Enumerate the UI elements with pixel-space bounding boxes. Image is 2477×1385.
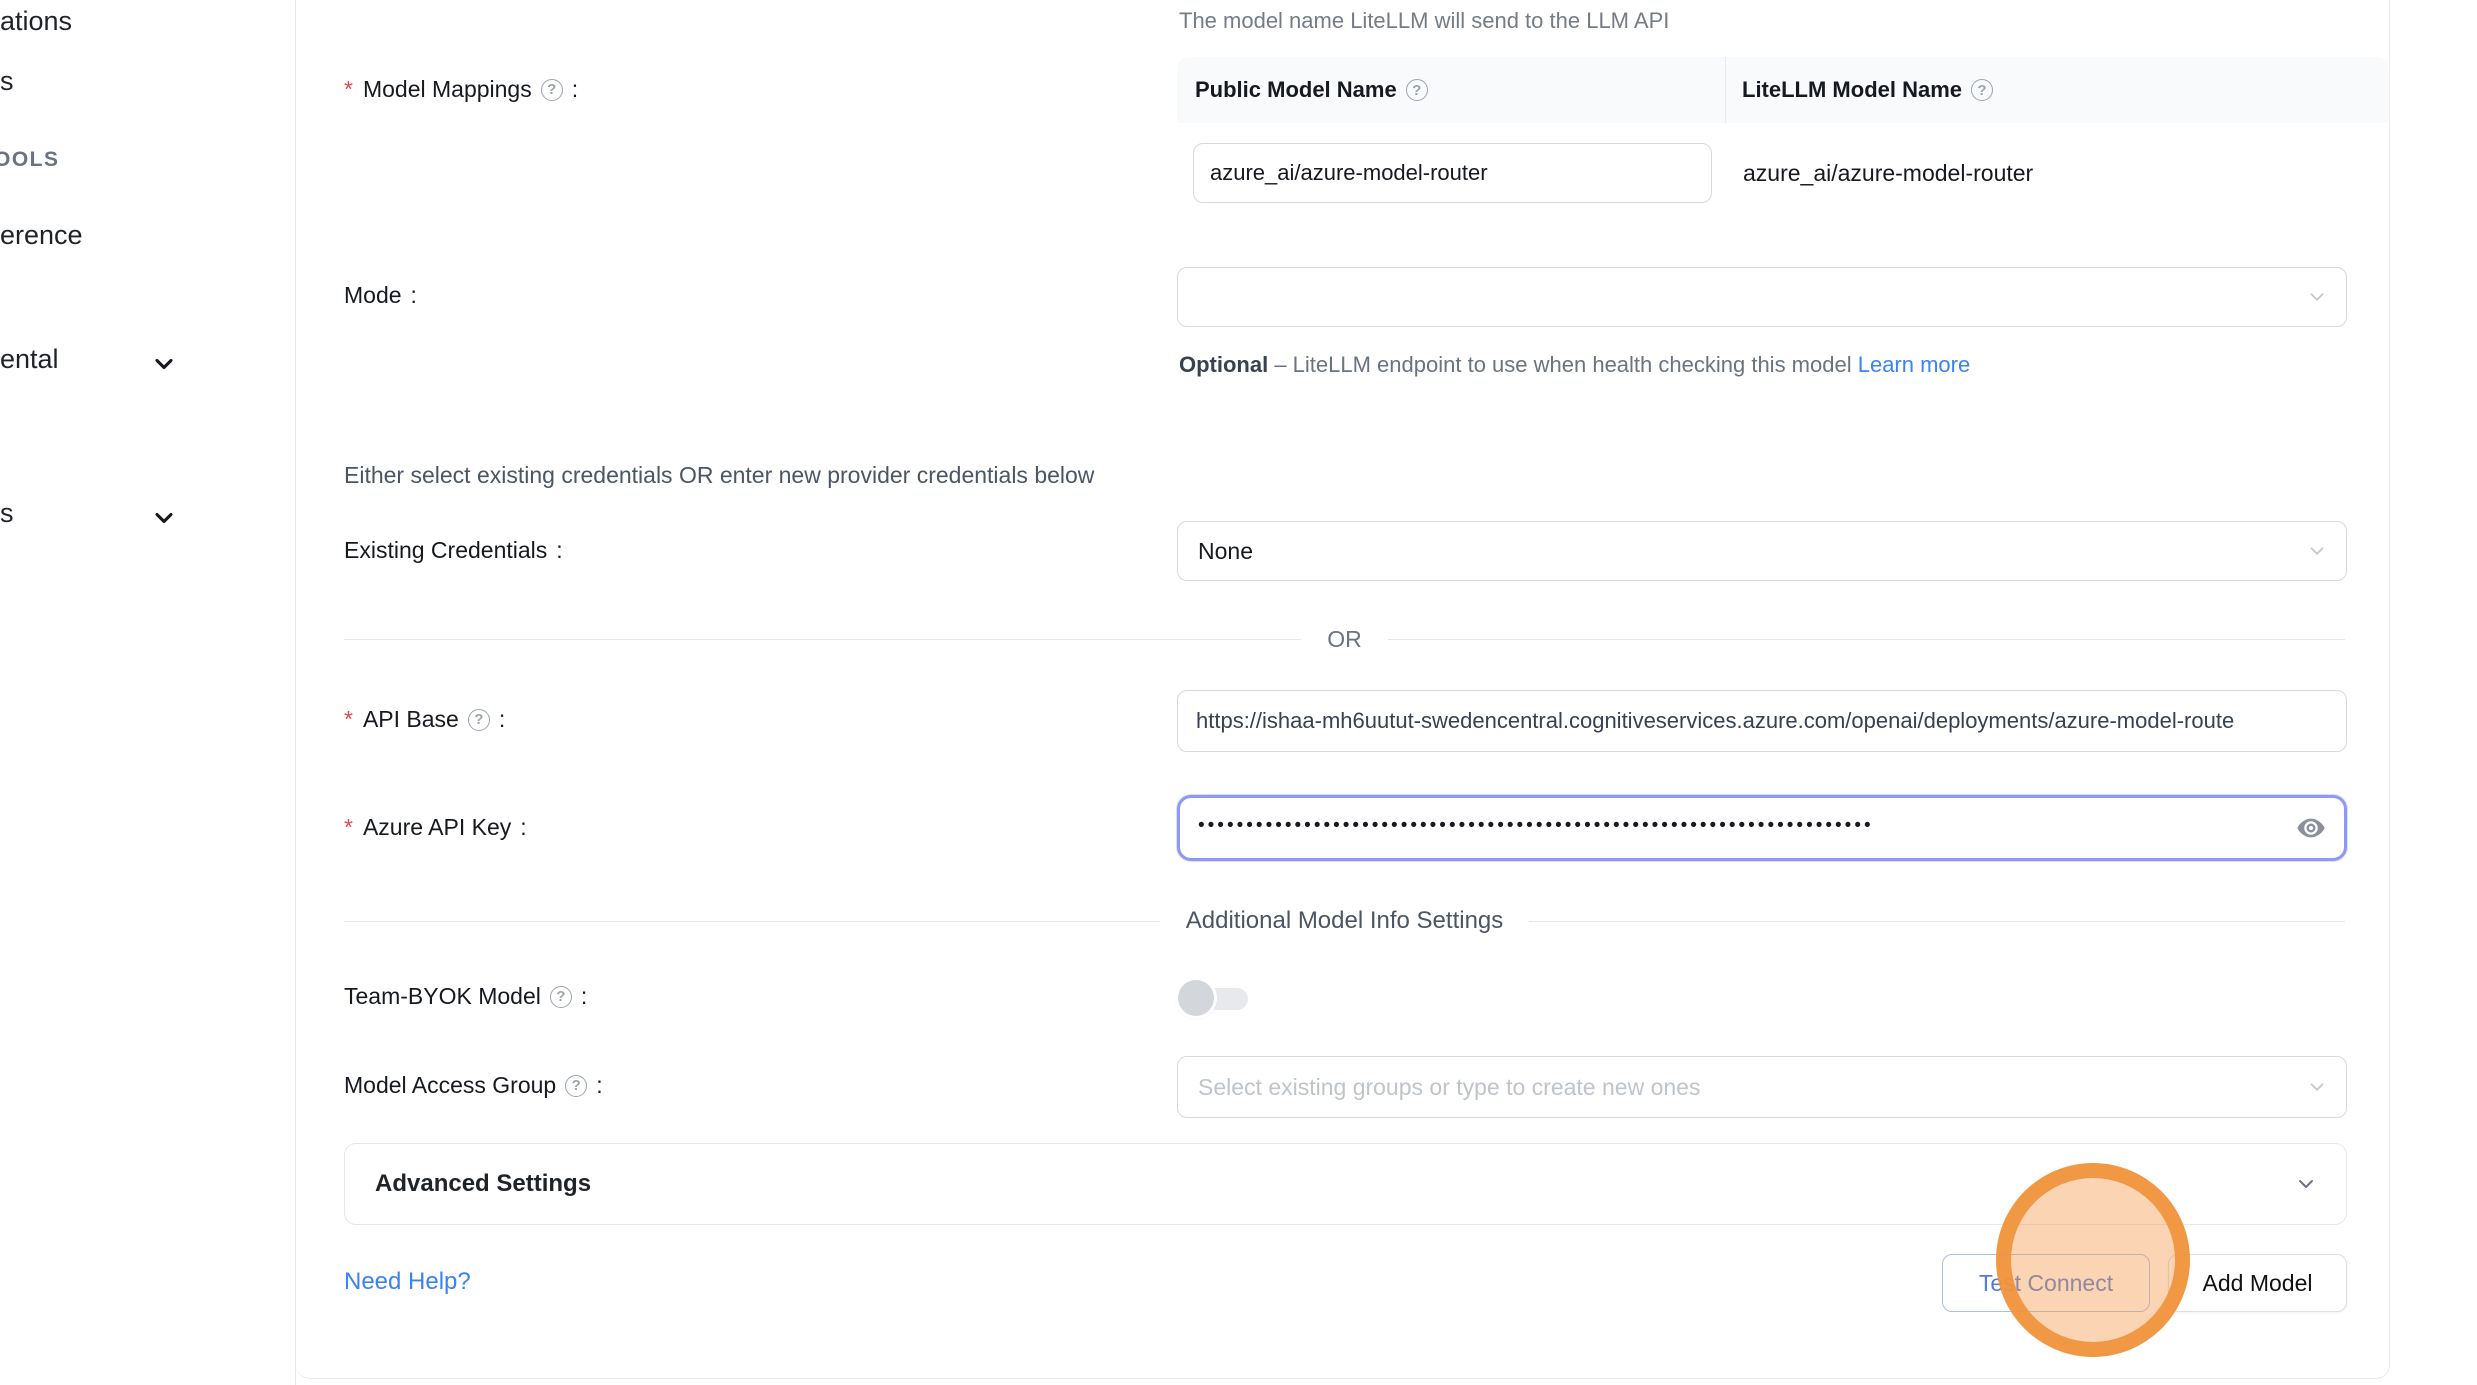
required-mark: * bbox=[344, 706, 353, 733]
public-model-name-input[interactable] bbox=[1193, 143, 1712, 203]
toggle-knob bbox=[1178, 980, 1214, 1016]
chevron-down-icon bbox=[2306, 1076, 2328, 1098]
sidebar-item[interactable]: erence bbox=[0, 220, 83, 251]
need-help-link[interactable]: Need Help? bbox=[344, 1268, 471, 1296]
mode-helper-text: Optional – LiteLLM endpoint to use when … bbox=[1179, 344, 1979, 385]
or-text: OR bbox=[1327, 626, 1362, 653]
model-access-group-select[interactable]: Select existing groups or type to create… bbox=[1177, 1056, 2347, 1118]
model-access-group-label: Model Access Group ? : bbox=[344, 1072, 603, 1099]
column-header-public-model-name: Public Model Name ? bbox=[1177, 57, 1726, 123]
existing-credentials-label: Existing Credentials : bbox=[344, 537, 563, 564]
question-circle-icon[interactable]: ? bbox=[1971, 79, 1993, 101]
advanced-settings-toggle[interactable]: Advanced Settings bbox=[344, 1143, 2347, 1225]
azure-api-key-label: * Azure API Key : bbox=[344, 814, 527, 841]
required-mark: * bbox=[344, 76, 353, 103]
add-model-form-panel: The model name LiteLLM will send to the … bbox=[296, 0, 2390, 1379]
sidebar-item[interactable]: s bbox=[0, 66, 14, 97]
sidebar-item-organizations[interactable]: ations bbox=[0, 6, 72, 37]
litellm-model-name-value: azure_ai/azure-model-router bbox=[1743, 160, 2033, 187]
chevron-down-icon bbox=[2294, 1172, 2318, 1196]
divider-line bbox=[1388, 639, 2345, 640]
column-header-litellm-model-name: LiteLLM Model Name ? bbox=[1726, 77, 1993, 103]
mode-label: Mode : bbox=[344, 282, 417, 309]
model-access-group-placeholder: Select existing groups or type to create… bbox=[1198, 1074, 1700, 1101]
chevron-down-icon[interactable] bbox=[150, 350, 178, 378]
model-mappings-table-row: azure_ai/azure-model-router bbox=[1177, 123, 2389, 225]
model-mappings-label: * Model Mappings ? : bbox=[344, 76, 578, 103]
question-circle-icon[interactable]: ? bbox=[541, 79, 563, 101]
divider-line bbox=[1529, 921, 2345, 922]
chevron-down-icon bbox=[2306, 540, 2328, 562]
model-mappings-table-header: Public Model Name ? LiteLLM Model Name ? bbox=[1177, 57, 2389, 123]
model-mappings-table: Public Model Name ? LiteLLM Model Name ?… bbox=[1177, 57, 2389, 225]
divider-line bbox=[344, 639, 1301, 640]
eye-icon[interactable] bbox=[2294, 813, 2328, 843]
existing-credentials-select[interactable]: None bbox=[1177, 521, 2347, 581]
sidebar: ations s OOLS erence ental s bbox=[0, 0, 296, 1385]
add-model-button[interactable]: Add Model bbox=[2168, 1254, 2347, 1312]
divider-line bbox=[344, 921, 1160, 922]
mode-select[interactable] bbox=[1177, 267, 2347, 327]
sidebar-section-tools: OOLS bbox=[0, 148, 60, 172]
test-connect-button[interactable]: Test Connect bbox=[1942, 1254, 2150, 1312]
team-byok-toggle[interactable] bbox=[1178, 980, 1250, 1018]
required-mark: * bbox=[344, 814, 353, 841]
chevron-down-icon bbox=[2306, 286, 2328, 308]
question-circle-icon[interactable]: ? bbox=[565, 1075, 587, 1097]
learn-more-link[interactable]: Learn more bbox=[1858, 352, 1971, 377]
question-circle-icon[interactable]: ? bbox=[468, 709, 490, 731]
additional-info-divider-text: Additional Model Info Settings bbox=[1186, 907, 1504, 935]
team-byok-label: Team-BYOK Model ? : bbox=[344, 983, 587, 1010]
advanced-settings-label: Advanced Settings bbox=[375, 1170, 591, 1198]
masked-api-key-value: ••••••••••••••••••••••••••••••••••••••••… bbox=[1198, 815, 2294, 837]
api-base-input[interactable] bbox=[1177, 690, 2347, 752]
question-circle-icon[interactable]: ? bbox=[1406, 79, 1428, 101]
or-divider: OR bbox=[344, 626, 2345, 653]
question-circle-icon[interactable]: ? bbox=[550, 986, 572, 1008]
page-right-gutter bbox=[2390, 0, 2477, 1385]
existing-credentials-value: None bbox=[1198, 538, 1253, 565]
chevron-down-icon[interactable] bbox=[150, 504, 178, 532]
azure-api-key-input[interactable]: ••••••••••••••••••••••••••••••••••••••••… bbox=[1177, 795, 2347, 861]
sidebar-item-experimental[interactable]: ental bbox=[0, 344, 59, 375]
credentials-note: Either select existing credentials OR en… bbox=[344, 462, 1094, 489]
api-base-label: * API Base ? : bbox=[344, 706, 505, 733]
model-name-helper-text: The model name LiteLLM will send to the … bbox=[1179, 8, 1669, 34]
additional-info-divider: Additional Model Info Settings bbox=[344, 907, 2345, 935]
sidebar-item-settings[interactable]: s bbox=[0, 498, 14, 529]
